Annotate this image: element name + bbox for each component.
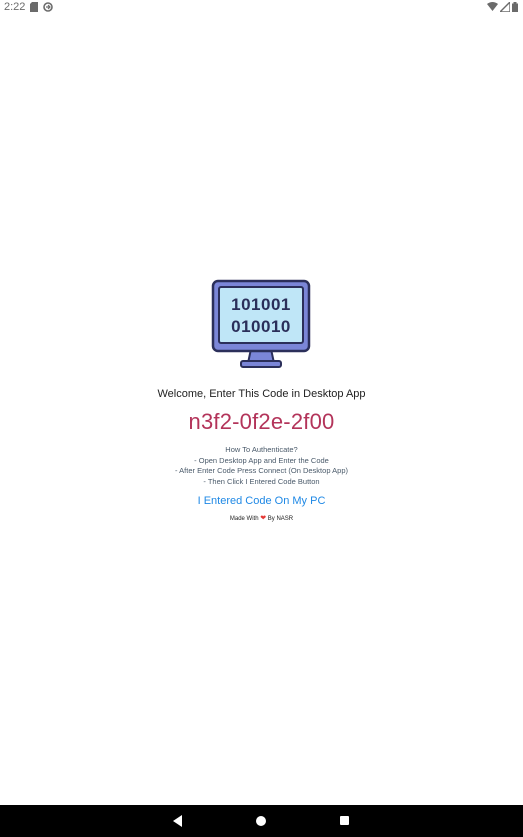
credit-suffix: By NASR [267, 516, 294, 522]
binary-line-2: 010010 [231, 317, 291, 336]
credit-line: Made With ❤ By NASR [0, 514, 523, 522]
instruction-step: - After Enter Code Press Connect (On Des… [175, 466, 348, 475]
instructions: How To Authenticate? - Open Desktop App … [0, 445, 523, 487]
back-icon[interactable] [172, 815, 184, 827]
instruction-step: - Then Click I Entered Code Button [203, 476, 320, 486]
welcome-text: Welcome, Enter This Code in Desktop App [157, 388, 366, 400]
recents-icon[interactable] [340, 816, 349, 825]
auth-content: 101001 010010 Welcome, Enter This Code i… [0, 0, 523, 837]
instruction-step: - Open Desktop App and Enter the Code [194, 455, 329, 465]
entered-code-button[interactable]: I Entered Code On My PC [150, 493, 373, 509]
binary-monitor-icon: 101001 010010 [211, 279, 311, 368]
navigation-bar [0, 805, 523, 837]
home-icon[interactable] [256, 816, 266, 826]
instructions-title: How To Authenticate? [225, 445, 298, 454]
credit-prefix: Made With [229, 516, 259, 522]
auth-code: n3f2-0f2e-2f00 [188, 409, 335, 434]
heart-icon: ❤ [260, 515, 267, 522]
binary-line-1: 101001 [231, 295, 291, 314]
